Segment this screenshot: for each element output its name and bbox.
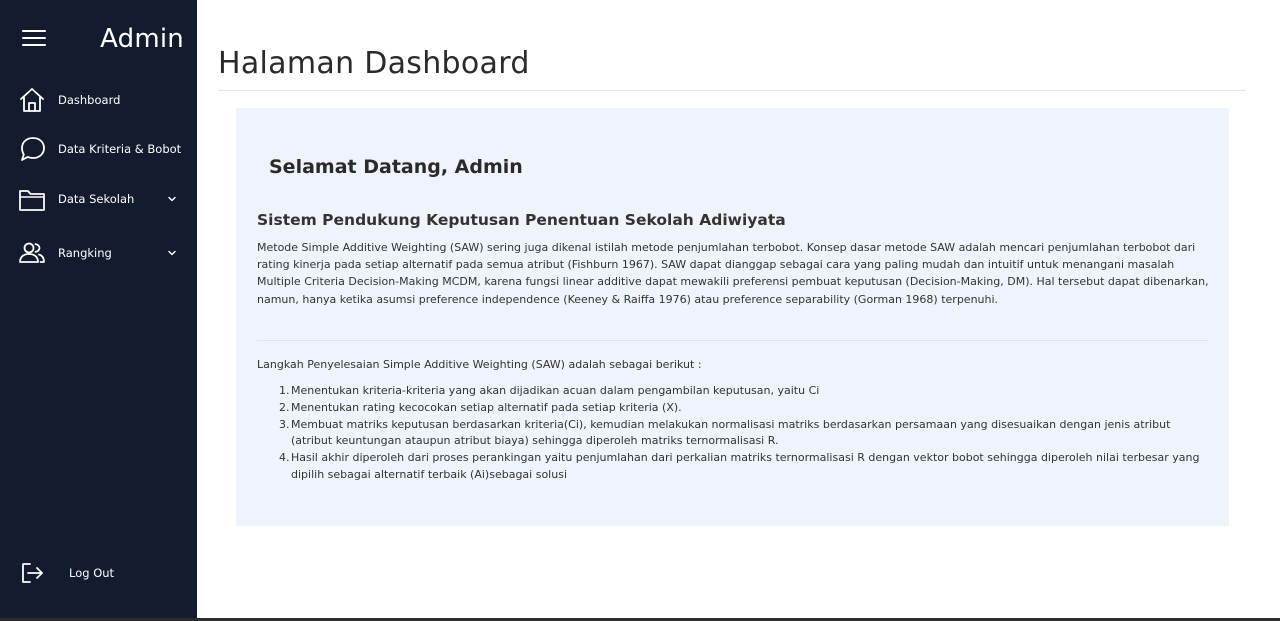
list-item: 3. Membuat matriks keputusan berdasarkan … — [279, 417, 1171, 448]
chevron-down-icon — [168, 250, 176, 256]
page-title: Halaman Dashboard — [218, 46, 530, 81]
sidebar: Admin Dashboard Data Kriteria & Bobot Da… — [0, 0, 197, 621]
sidebar-header: Admin — [0, 0, 197, 80]
saw-description: Metode Simple Additive Weighting (SAW) s… — [257, 241, 1209, 306]
system-subtitle: Sistem Pendukung Keputusan Penentuan Sek… — [257, 211, 786, 229]
sidebar-item-kriteria[interactable]: Data Kriteria & Bobot — [0, 131, 197, 167]
sidebar-item-label: Data Sekolah — [58, 192, 135, 206]
content-divider — [257, 340, 1209, 341]
brand-title: Admin — [100, 24, 184, 54]
steps-list: 1. Menentukan kriteria-kriteria yang akan… — [279, 383, 1211, 484]
logout-label: Log Out — [69, 566, 115, 580]
list-item: 1. Menentukan kriteria-kriteria yang akan… — [279, 384, 820, 397]
chevron-down-icon — [168, 196, 176, 202]
folder-icon — [19, 190, 45, 211]
sidebar-item-rangking[interactable]: Rangking — [0, 235, 197, 271]
users-icon — [19, 242, 45, 263]
welcome-heading: Selamat Datang, Admin — [269, 156, 523, 178]
title-divider — [218, 90, 1246, 91]
logout-icon — [22, 563, 43, 583]
steps-intro: Langkah Penyelesaian Simple Additive Wei… — [257, 358, 702, 371]
sidebar-item-label: Dashboard — [58, 93, 121, 107]
main-content: Halaman Dashboard Selamat Datang, Admin … — [197, 0, 1280, 621]
sidebar-item-label: Rangking — [58, 246, 112, 260]
sidebar-item-data-sekolah[interactable]: Data Sekolah — [0, 181, 197, 217]
list-item: 4. Hasil akhir diperoleh dari proses pera… — [279, 451, 1200, 481]
menu-toggle-icon[interactable] — [22, 30, 46, 46]
list-item: 2. Menentukan rating kecocokan setiap alt… — [279, 400, 682, 414]
sidebar-item-dashboard[interactable]: Dashboard — [0, 82, 197, 118]
sidebar-item-label: Data Kriteria & Bobot — [58, 142, 182, 156]
logout-button[interactable]: Log Out — [0, 555, 197, 591]
home-icon — [20, 88, 44, 112]
chat-bubble-icon — [21, 137, 45, 161]
